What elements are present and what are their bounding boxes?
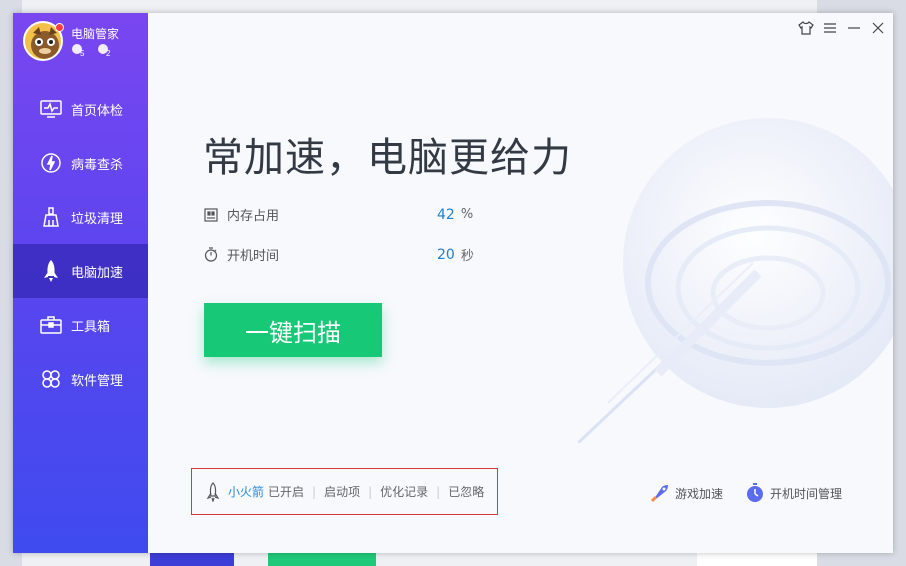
divider: |: [312, 484, 317, 499]
notification-dot: [55, 23, 64, 32]
rocket-outline-icon: [204, 481, 222, 502]
stat-unit: %: [460, 207, 474, 222]
sidebar-item-label: 工具箱: [71, 319, 111, 335]
sidebar: 电脑管家 5 2 首页体检 病毒查杀 垃圾清理 电脑加速 工具箱 软件管理: [13, 13, 148, 553]
sidebar-item-toolbox[interactable]: 工具箱: [13, 298, 148, 352]
lightning-shield-icon: [39, 151, 63, 175]
game-rocket-icon: [650, 483, 670, 503]
app-name: 电脑管家: [71, 27, 120, 41]
badge-one-count: 5: [80, 49, 85, 57]
sidebar-item-virus-scan[interactable]: 病毒查杀: [13, 136, 148, 190]
main-panel: 常加速，电脑更给力 内存占用 42 % 开机时间 20 秒 一键扫描 小火箭 已…: [148, 13, 893, 553]
profile-area[interactable]: 电脑管家 5 2: [13, 13, 148, 73]
window-controls: [797, 19, 887, 37]
boot-time-management-link[interactable]: 开机时间管理: [745, 483, 842, 503]
optimization-history-link[interactable]: 优化记录: [380, 483, 428, 500]
close-icon[interactable]: [869, 19, 887, 37]
minimize-icon[interactable]: [845, 19, 863, 37]
broom-icon: [39, 205, 63, 229]
rocket-icon: [39, 259, 63, 283]
level-badges: 5 2: [71, 43, 113, 57]
quick-links: 游戏加速 开机时间管理: [650, 483, 842, 503]
startup-items-link[interactable]: 启动项: [324, 483, 360, 500]
toolbox-icon: [39, 313, 63, 337]
sidebar-item-label: 电脑加速: [71, 265, 124, 281]
sidebar-item-label: 首页体检: [71, 103, 124, 119]
sidebar-item-label: 病毒查杀: [71, 157, 124, 173]
stat-label: 开机时间: [227, 249, 280, 264]
boot-time-row: 开机时间 20 秒: [203, 245, 474, 264]
sidebar-item-label: 软件管理: [71, 373, 124, 389]
monitor-pulse-icon: [39, 97, 63, 121]
sidebar-item-pc-speedup[interactable]: 电脑加速: [13, 244, 148, 298]
memory-usage-row: 内存占用 42 %: [203, 205, 473, 224]
one-click-scan-button[interactable]: 一键扫描: [204, 303, 382, 357]
rocket-link[interactable]: 小火箭: [228, 483, 264, 500]
sidebar-item-junk-cleanup[interactable]: 垃圾清理: [13, 190, 148, 244]
game-boost-label: 游戏加速: [674, 486, 723, 501]
memory-chip-icon: [203, 207, 219, 223]
page-title: 常加速，电脑更给力: [203, 135, 572, 181]
badge-two-count: 2: [106, 49, 111, 57]
ignored-link[interactable]: 已忽略: [448, 483, 484, 500]
stat-value: 20: [437, 246, 455, 263]
badge-two-icon: 2: [97, 43, 113, 57]
sidebar-item-home-checkup[interactable]: 首页体检: [13, 82, 148, 136]
divider: |: [368, 484, 373, 499]
sidebar-nav: 首页体检 病毒查杀 垃圾清理 电脑加速 工具箱 软件管理: [13, 82, 148, 406]
stat-unit: 秒: [460, 249, 474, 264]
badge-one-icon: 5: [71, 43, 87, 57]
game-boost-link[interactable]: 游戏加速: [650, 483, 723, 503]
rocket-status: 已开启: [268, 485, 305, 499]
divider: |: [436, 484, 441, 499]
main-window: 电脑管家 5 2 首页体检 病毒查杀 垃圾清理 电脑加速 工具箱 软件管理 常加…: [13, 13, 893, 553]
skin-shirt-icon[interactable]: [797, 19, 815, 37]
stopwatch-icon: [203, 247, 219, 263]
stat-label: 内存占用: [227, 209, 280, 224]
planet-illustration: [578, 118, 893, 443]
rocket-options-bar: 小火箭 已开启 | 启动项 | 优化记录 | 已忽略: [191, 468, 498, 515]
menu-icon[interactable]: [821, 19, 839, 37]
software-icon: [39, 367, 63, 391]
stat-value: 42: [437, 206, 455, 223]
boot-timer-icon: [745, 483, 765, 503]
sidebar-item-software-management[interactable]: 软件管理: [13, 352, 148, 406]
boot-time-management-label: 开机时间管理: [769, 486, 842, 501]
sidebar-item-label: 垃圾清理: [71, 211, 124, 227]
